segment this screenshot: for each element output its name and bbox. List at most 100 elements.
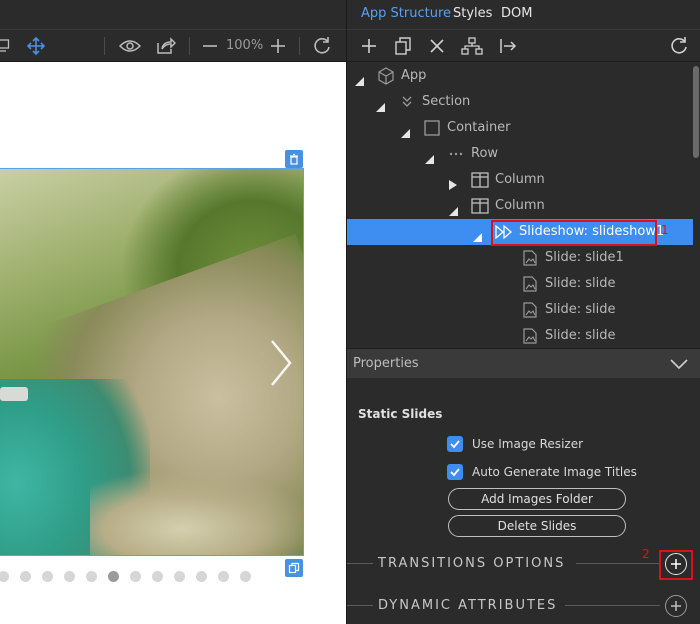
delete-slides-button[interactable]: Delete Slides: [448, 515, 626, 537]
section-divider: [565, 605, 660, 606]
add-images-folder-button[interactable]: Add Images Folder: [448, 488, 626, 510]
expand-triangle-icon[interactable]: [473, 227, 482, 246]
pagination-dot[interactable]: [240, 571, 251, 582]
slide-image-boat: [0, 387, 28, 401]
checkbox-checked-icon[interactable]: [447, 436, 463, 452]
hierarchy-icon[interactable]: [459, 30, 485, 62]
tree-node[interactable]: Row: [347, 141, 693, 167]
zoom-in-icon[interactable]: [268, 30, 288, 62]
annotation-number: 1: [661, 223, 669, 237]
pagination-dot[interactable]: [152, 571, 163, 582]
design-canvas-area: 100%: [0, 0, 346, 624]
tree-node-label: Column: [495, 198, 545, 213]
properties-header[interactable]: Properties: [347, 348, 700, 378]
refresh-icon[interactable]: [310, 30, 334, 62]
properties-title: Properties: [353, 356, 419, 371]
tree-node[interactable]: Column: [347, 167, 693, 193]
dots-icon: [447, 145, 465, 163]
tree-node[interactable]: Container: [347, 115, 693, 141]
slide-next-arrow-icon[interactable]: [266, 333, 296, 393]
toolbar-divider: [299, 37, 300, 55]
pagination-dot[interactable]: [108, 571, 119, 582]
pagination-dot[interactable]: [174, 571, 185, 582]
expand-triangle-icon[interactable]: [376, 97, 385, 116]
tree-node[interactable]: Slideshow: slideshow1 1: [347, 219, 693, 246]
tab-app-structure[interactable]: App Structure: [361, 0, 451, 30]
toolbar-divider: [189, 37, 190, 55]
cube-icon: [377, 67, 395, 85]
delete-icon[interactable]: [427, 30, 447, 62]
pagination-dot[interactable]: [42, 571, 53, 582]
expand-triangle-icon[interactable]: [449, 201, 458, 220]
annotation-number: 2: [642, 547, 650, 561]
tree-node-label: Slide: slide: [545, 302, 616, 317]
pagination-dot[interactable]: [86, 571, 97, 582]
move-icon[interactable]: [25, 30, 47, 62]
checkbox-label: Auto Generate Image Titles: [472, 465, 637, 479]
pagination-dot[interactable]: [218, 571, 229, 582]
tab-styles[interactable]: Styles: [453, 0, 492, 30]
page-canvas: [0, 62, 346, 624]
share-icon[interactable]: [154, 30, 178, 62]
trash-icon: [290, 153, 298, 165]
tree-node[interactable]: Column: [347, 193, 693, 219]
move-to-icon[interactable]: [497, 30, 519, 62]
pagination-dot[interactable]: [196, 571, 207, 582]
section-divider: [347, 605, 373, 606]
duplicate-icon[interactable]: [393, 30, 413, 62]
slideshow-component[interactable]: [0, 168, 304, 556]
desktop-device-icon[interactable]: [0, 30, 14, 62]
annotation-highlight-box: [659, 550, 693, 580]
chevron-down-icon[interactable]: [669, 355, 689, 373]
canvas-toolbar: 100%: [0, 30, 346, 62]
tree-node[interactable]: Section: [347, 89, 693, 115]
tree-node[interactable]: Slide: slide1: [347, 245, 693, 271]
tree-node[interactable]: Slide: slide: [347, 297, 693, 323]
checkbox-label: Use Image Resizer: [472, 437, 584, 451]
zoom-out-icon[interactable]: [200, 30, 220, 62]
tree-node[interactable]: Slide: slide: [347, 271, 693, 297]
section-divider: [347, 563, 373, 564]
collapsed-triangle-icon[interactable]: [449, 175, 457, 194]
image-file-icon: [521, 327, 539, 345]
add-dynamic-attribute-icon[interactable]: [665, 595, 687, 617]
static-slides-title: Static Slides: [358, 407, 443, 421]
slideshow-pagination: [0, 571, 304, 583]
tree-node[interactable]: Slide: slide: [347, 323, 693, 348]
zoom-level: 100%: [226, 38, 264, 53]
image-file-icon: [521, 275, 539, 293]
tab-dom[interactable]: DOM: [501, 0, 532, 30]
column-layout-icon: [471, 197, 489, 215]
checkbox-checked-icon[interactable]: [447, 464, 463, 480]
pagination-dot[interactable]: [64, 571, 75, 582]
toolbar-divider: [104, 37, 105, 55]
refresh-icon[interactable]: [667, 30, 691, 62]
tree-node-label: Row: [471, 146, 499, 161]
eye-icon[interactable]: [117, 30, 143, 62]
column-layout-icon: [471, 171, 489, 189]
expand-triangle-icon[interactable]: [355, 71, 364, 90]
structure-tree: App Section Container Row Column Column Slides…: [347, 62, 700, 348]
tree-node-label: App: [401, 68, 427, 83]
app-structure-panel: App Structure Styles DOM App Section Con…: [346, 0, 700, 624]
canvas-top-strip: [0, 0, 346, 30]
properties-panel: Static Slides Use Image Resizer Auto Gen…: [347, 378, 700, 624]
tree-node-label: Section: [422, 94, 471, 109]
expand-triangle-icon[interactable]: [401, 123, 410, 142]
tree-scrollbar[interactable]: [693, 66, 699, 158]
tree-node-label: Slide: slide: [545, 276, 616, 291]
tree-node[interactable]: App: [347, 63, 693, 89]
structure-toolbar: [347, 30, 700, 62]
pagination-dot[interactable]: [0, 571, 9, 582]
section-divider: [576, 563, 660, 564]
delete-component-button[interactable]: [285, 150, 303, 168]
double-chevron-down-icon: [398, 93, 416, 111]
tree-node-label: Slide: slide1: [545, 250, 624, 265]
square-icon: [423, 119, 441, 137]
dynamic-attributes-section[interactable]: DYNAMIC ATTRIBUTES: [347, 592, 700, 620]
add-icon[interactable]: [359, 30, 379, 62]
pagination-dot[interactable]: [130, 571, 141, 582]
expand-triangle-icon[interactable]: [425, 149, 434, 168]
pagination-dot[interactable]: [20, 571, 31, 582]
annotation-highlight-box: [491, 220, 657, 246]
